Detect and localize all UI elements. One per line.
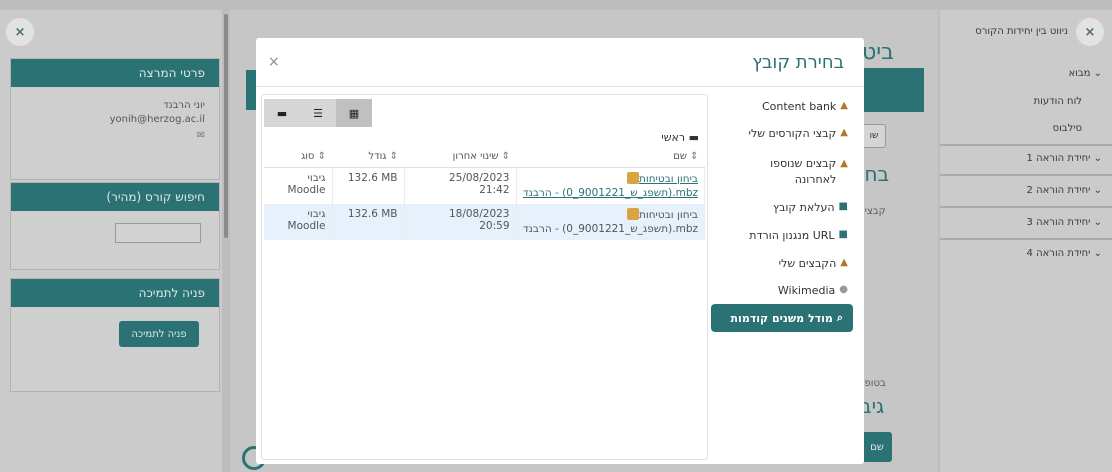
file-size: 132.6 MB [332,167,405,204]
file-type: גיבוי Moodle [264,167,333,204]
left-sidebar: × פרטי המרצה יוני הרבנד yonih@herzog.ac.… [0,10,222,472]
column-type[interactable]: סוג ⇕ [264,145,332,168]
file-type: גיבוי Moodle [264,204,333,240]
url-download-icon: ■ [838,229,848,240]
breadcrumb[interactable]: ראשי ▬ [661,131,699,144]
repo-recent-files[interactable]: קבצים שנוספו לאחרונה ▲ [752,156,848,188]
lecturer-details-block: פרטי המרצה יוני הרבנד yonih@herzog.ac.il… [10,58,220,180]
file-icon [626,172,639,184]
chevron-down-icon: ⌄ [1093,153,1102,164]
save-button[interactable]: שם [862,432,892,462]
upload-icon: ■ [838,201,848,212]
nav-unit-1[interactable]: יחידת הוראה 1 ⌄ [1027,153,1102,164]
content-bank-icon: ▲ [840,100,848,111]
chevron-down-icon: ⌄ [1093,217,1102,228]
search-icon: ⌕ [836,311,843,324]
file-listing-panel: ▬ ☰ ▦ ראשי ▬ סוג ⇕ גודל ⇕ שינוי אחרון ⇕ … [261,94,708,460]
course-heading: ביט [862,40,894,65]
dialog-divider [256,86,864,87]
lecturer-name: יוני הרבנד [163,100,205,111]
nav-item-announcements[interactable]: לוח הודעות [1034,96,1082,107]
nav-divider [940,238,1112,240]
folder-icon: ▬ [276,106,288,120]
lecturer-block-title: פרטי המרצה [11,59,219,87]
course-search-input[interactable] [115,223,201,243]
file-size: 132.6 MB [332,204,405,240]
nav-unit-2[interactable]: יחידת הוראה 2 ⌄ [1027,185,1102,196]
support-block-title: פניה לתמיכה [11,279,219,307]
column-modified[interactable]: שינוי אחרון ⇕ [404,145,516,168]
file-name[interactable]: ביחון ובטיחות (תשפג_ש_9001221_0) - הרבנד… [516,167,705,204]
file-modified: 18/08/2023 20:59 [404,204,517,240]
view-switcher: ▬ ☰ ▦ [264,99,372,127]
close-dialog-button[interactable]: × [268,54,280,70]
file-icon [626,208,639,220]
nav-unit-3[interactable]: יחידת הוראה 3 ⌄ [1027,217,1102,228]
chevron-down-icon: ⌄ [1093,68,1102,79]
close-icon: × [1084,24,1096,40]
nav-unit-4[interactable]: יחידת הוראה 4 ⌄ [1027,248,1102,259]
column-size[interactable]: גודל ⇕ [332,145,404,168]
column-name[interactable]: שם ⇕ [516,145,705,168]
repo-url-download[interactable]: מנגנון הורדת URL ■ [749,229,848,242]
course-search-block: חיפוש קורס (מהיר) [10,182,220,270]
repo-upload[interactable]: העלאת קובץ ■ [773,201,848,214]
nav-divider [940,174,1112,176]
nav-item-syllabus[interactable]: סילבוס [1053,123,1082,134]
repo-wikimedia[interactable]: Wikimedia ● [778,284,848,297]
course-nav-title: ניווט בין יחידות הקורס [975,26,1068,37]
file-name[interactable]: ביחון ובטיחות (תשפג_ש_9001221_0) - הרבנד… [516,204,705,240]
lecturer-email[interactable]: yonih@herzog.ac.il [11,113,205,127]
table-row[interactable]: גיבוי Moodle 132.6 MB 25/08/2023 21:42 בי… [264,167,705,204]
close-left-drawer-button[interactable]: × [6,18,34,46]
course-navigation: × ניווט בין יחידות הקורס מבוא ⌄ לוח הודע… [940,10,1112,472]
support-button[interactable]: פניה לתמיכה [119,321,199,347]
repo-private-files[interactable]: הקבצים שלי ▲ [779,257,848,270]
table-row[interactable]: גיבוי Moodle 132.6 MB 18/08/2023 20:59 בי… [264,204,705,240]
search-fragment-input[interactable]: שו [862,124,886,148]
grid-icon: ▦ [348,106,360,120]
view-tree-button[interactable]: ▦ [336,99,372,127]
file-picker-dialog: × בחירת קובץ Content bank ▲ קבצי הקורסים … [256,38,864,464]
dialog-title: בחירת קובץ [752,52,844,73]
nav-divider [940,144,1112,146]
list-icon: ☰ [313,106,323,120]
message-icon[interactable]: ✉ [11,129,205,143]
private-files-icon: ▲ [840,257,848,268]
file-table: סוג ⇕ גודל ⇕ שינוי אחרון ⇕ שם ⇕ גיבוי Mo… [264,145,705,240]
close-right-drawer-button[interactable]: × [1076,18,1104,46]
repo-content-bank[interactable]: Content bank ▲ [762,100,848,113]
support-block: פניה לתמיכה פניה לתמיכה [10,278,220,392]
close-icon: × [14,24,26,40]
wikimedia-icon: ● [839,284,848,295]
chevron-down-icon: ⌄ [1093,248,1102,259]
view-icons-button[interactable]: ▬ [264,99,300,127]
main-accent-bar [246,70,256,110]
course-header-bar [860,68,924,112]
file-modified: 25/08/2023 21:42 [404,167,517,204]
drawer-resize-handle[interactable] [224,14,228,238]
section-heading: בחי [860,162,890,186]
nav-divider [940,206,1112,208]
folder-icon: ▬ [688,131,699,144]
repo-previous-years-moodle[interactable]: מודל משנים קודמות ⌕ [711,304,853,332]
recent-files-icon: ▲ [840,158,848,169]
course-files-icon: ▲ [840,127,848,138]
view-list-button[interactable]: ☰ [300,99,336,127]
search-block-title: חיפוש קורס (מהיר) [11,183,219,211]
chevron-down-icon: ⌄ [1093,185,1102,196]
nav-section-intro[interactable]: מבוא ⌄ [1068,68,1102,79]
repo-course-files[interactable]: קבצי הקורסים שלי ▲ [749,127,848,140]
